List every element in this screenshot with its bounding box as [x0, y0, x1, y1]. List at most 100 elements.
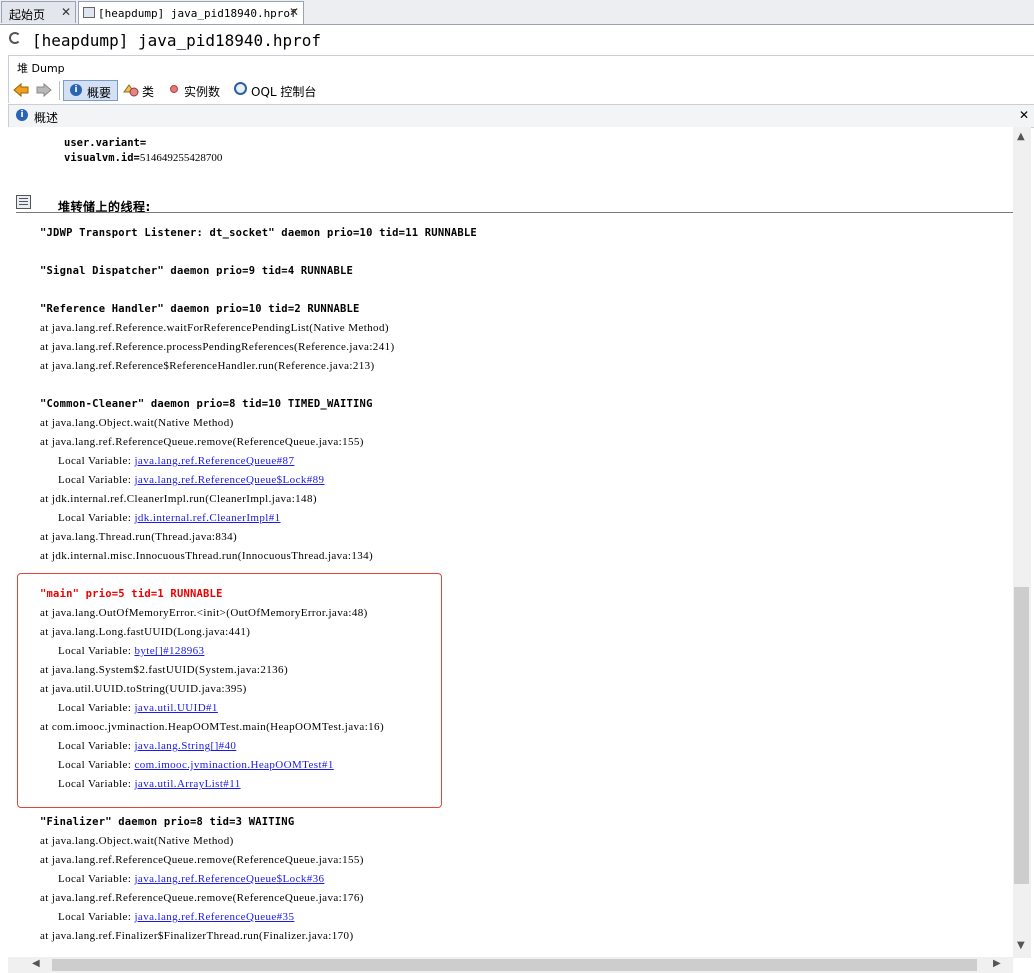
- line-text: at java.lang.Thread.run(Thread.java:834): [40, 531, 238, 543]
- back-arrow-icon[interactable]: [13, 83, 29, 97]
- instance-link[interactable]: java.lang.ref.ReferenceQueue$Lock#89: [134, 474, 324, 486]
- system-property: user.variant=: [64, 137, 146, 149]
- line-text: at java.lang.OutOfMemoryError.<init>(Out…: [40, 607, 368, 619]
- info-icon: i: [16, 109, 28, 121]
- stack-frame: at java.lang.ref.Finalizer$FinalizerThre…: [40, 930, 354, 942]
- stack-frame: at java.lang.ref.ReferenceQueue.remove(R…: [40, 854, 364, 866]
- main-thread-header: "main" prio=5 tid=1 RUNNABLE: [40, 588, 223, 600]
- line-text: at java.lang.ref.ReferenceQueue.remove(R…: [40, 436, 364, 448]
- local-variable: Local Variable: byte[]#128963: [58, 645, 204, 657]
- line-text: at com.imooc.jvminaction.HeapOOMTest.mai…: [40, 721, 385, 733]
- section-divider: [16, 212, 1013, 213]
- instance-link[interactable]: java.lang.ref.ReferenceQueue$Lock#36: [134, 873, 324, 885]
- forward-arrow-icon[interactable]: [36, 83, 52, 97]
- local-variable: Local Variable: java.util.ArrayList#11: [58, 778, 241, 790]
- loading-icon: [9, 32, 21, 44]
- stack-frame: at java.lang.OutOfMemoryError.<init>(Out…: [40, 607, 368, 619]
- close-icon[interactable]: ✕: [289, 5, 299, 19]
- instance-link[interactable]: java.util.UUID#1: [134, 702, 217, 714]
- summary-button[interactable]: i 概要: [63, 80, 118, 101]
- instance-link[interactable]: com.imooc.jvminaction.HeapOOMTest#1: [134, 759, 333, 771]
- close-icon[interactable]: ✕: [1019, 108, 1029, 122]
- local-variable: Local Variable: java.lang.ref.ReferenceQ…: [58, 873, 324, 885]
- summary-panel-header: i 概述 ✕: [8, 104, 1034, 128]
- stack-frame: at java.lang.Object.wait(Native Method): [40, 835, 234, 847]
- instance-link[interactable]: java.lang.ref.ReferenceQueue#35: [134, 911, 294, 923]
- panel-title: 概述: [34, 111, 59, 125]
- line-text: at java.lang.ref.Reference$ReferenceHand…: [40, 360, 375, 372]
- stack-frame: at java.lang.ref.ReferenceQueue.remove(R…: [40, 436, 364, 448]
- system-property-key: user.variant=: [64, 137, 147, 149]
- stack-frame: at java.util.UUID.toString(UUID.java:395…: [40, 683, 247, 695]
- instance-icon: [170, 85, 178, 93]
- instance-link[interactable]: java.lang.String[]#40: [134, 740, 236, 752]
- line-text: at java.lang.ref.Reference.waitForRefere…: [40, 322, 389, 334]
- oql-console-button-label: OQL 控制台: [251, 85, 317, 99]
- stack-frame: at com.imooc.jvminaction.HeapOOMTest.mai…: [40, 721, 384, 733]
- tab-start-page-label: 起始页: [9, 8, 46, 22]
- line-text: at jdk.internal.ref.CleanerImpl.run(Clea…: [40, 493, 317, 505]
- vertical-scroll-thumb[interactable]: [1014, 587, 1029, 884]
- info-icon: i: [70, 84, 82, 96]
- local-variable: Local Variable: java.lang.ref.ReferenceQ…: [58, 474, 324, 486]
- system-property-value: 514649255428700: [139, 152, 223, 164]
- toolbar-separator: [59, 81, 60, 100]
- classes-button[interactable]: 类: [121, 80, 161, 101]
- line-text: Local Variable:: [58, 645, 135, 657]
- stack-frame: at java.lang.Long.fastUUID(Long.java:441…: [40, 626, 250, 638]
- instance-link[interactable]: java.util.ArrayList#11: [134, 778, 240, 790]
- line-text: Local Variable:: [58, 512, 135, 524]
- instances-button[interactable]: 实例数: [166, 80, 228, 101]
- close-icon[interactable]: ✕: [61, 5, 71, 19]
- thread-header: "Finalizer" daemon prio=8 tid=3 WAITING: [40, 816, 294, 828]
- tab-heapdump[interactable]: [heapdump] java_pid18940.hprof ✕: [78, 1, 304, 24]
- line-text: "JDWP Transport Listener: dt_socket" dae…: [40, 227, 477, 239]
- stack-frame: at java.lang.ref.Reference.processPendin…: [40, 341, 395, 353]
- line-text: Local Variable:: [58, 474, 135, 486]
- line-text: at java.lang.ref.ReferenceQueue.remove(R…: [40, 892, 364, 904]
- system-property: visualvm.id=514649255428700: [64, 152, 222, 164]
- instance-link[interactable]: byte[]#128963: [134, 645, 204, 657]
- thread-header: "Reference Handler" daemon prio=10 tid=2…: [40, 303, 360, 315]
- vertical-scrollbar[interactable]: ▲ ▼: [1013, 127, 1031, 958]
- tab-heapdump-label: [heapdump] java_pid18940.hprof: [98, 7, 297, 20]
- line-text: Local Variable:: [58, 702, 135, 714]
- local-variable: Local Variable: java.lang.ref.ReferenceQ…: [58, 911, 294, 923]
- local-variable: Local Variable: java.util.UUID#1: [58, 702, 218, 714]
- instance-link[interactable]: jdk.internal.ref.CleanerImpl#1: [134, 512, 280, 524]
- system-property-key: visualvm.id=: [64, 152, 140, 164]
- stack-frame: at java.lang.System$2.fastUUID(System.ja…: [40, 664, 288, 676]
- instance-link[interactable]: java.lang.ref.ReferenceQueue#87: [134, 455, 294, 467]
- line-text: Local Variable:: [58, 455, 135, 467]
- line-text: at java.lang.ref.ReferenceQueue.remove(R…: [40, 854, 364, 866]
- line-text: "Signal Dispatcher" daemon prio=9 tid=4 …: [40, 265, 354, 277]
- oql-console-button[interactable]: OQL 控制台: [231, 80, 316, 101]
- line-text: Local Variable:: [58, 778, 135, 790]
- line-text: at java.lang.Object.wait(Native Method): [40, 417, 234, 429]
- local-variable: Local Variable: com.imooc.jvminaction.He…: [58, 759, 334, 771]
- line-text: at java.lang.ref.Reference.processPendin…: [40, 341, 395, 353]
- stack-frame: at java.lang.ref.Reference$ReferenceHand…: [40, 360, 375, 372]
- horizontal-scrollbar[interactable]: ◀ ▶: [8, 957, 1013, 973]
- scroll-up-icon[interactable]: ▲: [1017, 131, 1025, 142]
- document-title-bar: [heapdump] java_pid18940.hprof: [0, 25, 1034, 55]
- stack-frame: at java.lang.Thread.run(Thread.java:834): [40, 531, 237, 543]
- line-text: Local Variable:: [58, 740, 135, 752]
- thread-header: "Common-Cleaner" daemon prio=8 tid=10 TI…: [40, 398, 373, 410]
- scroll-right-icon[interactable]: ▶: [993, 958, 1001, 969]
- line-text: at java.util.UUID.toString(UUID.java:395…: [40, 683, 247, 695]
- local-variable: Local Variable: java.lang.ref.ReferenceQ…: [58, 455, 294, 467]
- line-text: "Reference Handler" daemon prio=10 tid=2…: [40, 303, 360, 315]
- line-text: at java.lang.Object.wait(Native Method): [40, 835, 234, 847]
- scroll-down-icon[interactable]: ▼: [1017, 940, 1025, 951]
- horizontal-scroll-thumb[interactable]: [52, 959, 977, 971]
- stack-frame: at java.lang.ref.ReferenceQueue.remove(R…: [40, 892, 364, 904]
- tab-start-page[interactable]: 起始页 ✕: [1, 1, 76, 23]
- scroll-left-icon[interactable]: ◀: [32, 958, 40, 969]
- line-text: at java.lang.System$2.fastUUID(System.ja…: [40, 664, 289, 676]
- stack-frame: at jdk.internal.misc.InnocuousThread.run…: [40, 550, 373, 562]
- threads-section-icon: [16, 195, 31, 209]
- line-text: Local Variable:: [58, 911, 135, 923]
- heap-dump-label: 堆 Dump: [17, 62, 65, 75]
- local-variable: Local Variable: jdk.internal.ref.Cleaner…: [58, 512, 281, 524]
